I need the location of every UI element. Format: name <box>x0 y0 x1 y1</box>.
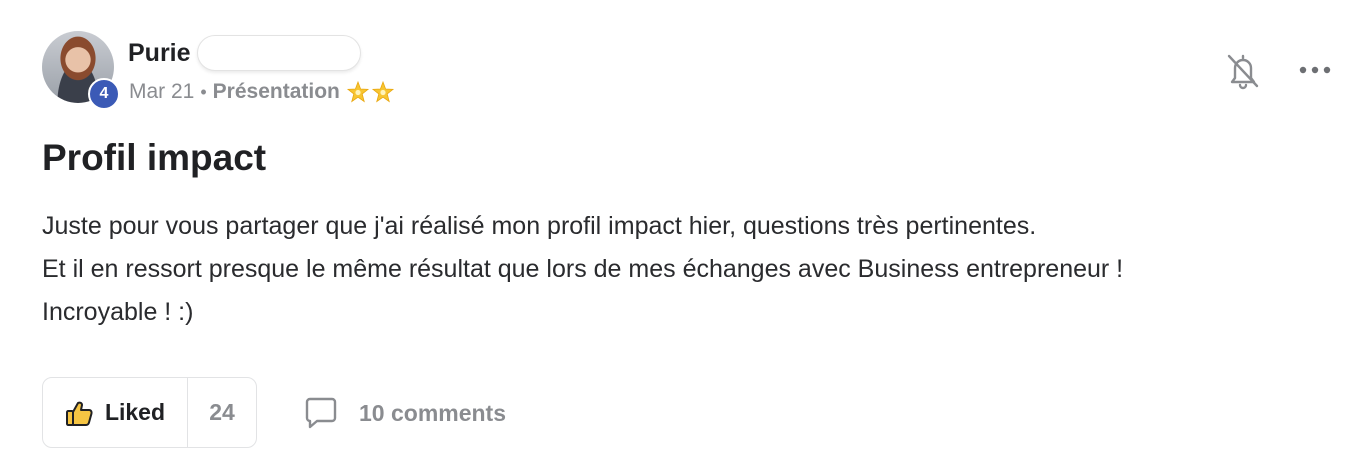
author-row: Purie <box>128 35 361 71</box>
author-avatar[interactable]: 4 <box>42 31 120 110</box>
comment-icon <box>305 397 337 429</box>
post-body: Juste pour vous partager que j'ai réalis… <box>42 205 1332 334</box>
post-date: Mar 21 <box>129 80 195 103</box>
star-icon <box>371 80 394 103</box>
body-line: Et il en ressort presque le même résulta… <box>42 255 1124 283</box>
body-line: Juste pour vous partager que j'ai réalis… <box>42 212 1037 240</box>
more-horizontal-icon[interactable] <box>1298 62 1332 78</box>
body-line: Incroyable ! :) <box>42 298 194 326</box>
comments-label: 10 comments <box>359 399 507 426</box>
category-stars <box>346 80 395 104</box>
community-post: 4 Purie Mar 21 • Présentation Profil imp… <box>0 0 1364 474</box>
meta-separator: • <box>200 81 207 102</box>
post-title: Profil impact <box>42 137 267 178</box>
bell-icon[interactable] <box>1226 52 1260 90</box>
author-name[interactable]: Purie <box>128 39 191 68</box>
name-redaction <box>196 35 361 71</box>
like-count[interactable]: 24 <box>188 378 256 447</box>
level-badge: 4 <box>88 78 120 110</box>
like-button[interactable]: Liked <box>43 378 188 447</box>
thumbs-up-icon <box>65 401 93 426</box>
comments-button[interactable]: 10 comments <box>303 395 506 431</box>
star-icon <box>346 80 369 103</box>
category-link[interactable]: Présentation <box>213 80 340 104</box>
like-control: Liked 24 <box>42 377 257 448</box>
like-label: Liked <box>104 399 166 425</box>
post-meta: Mar 21 • Présentation <box>129 77 395 107</box>
